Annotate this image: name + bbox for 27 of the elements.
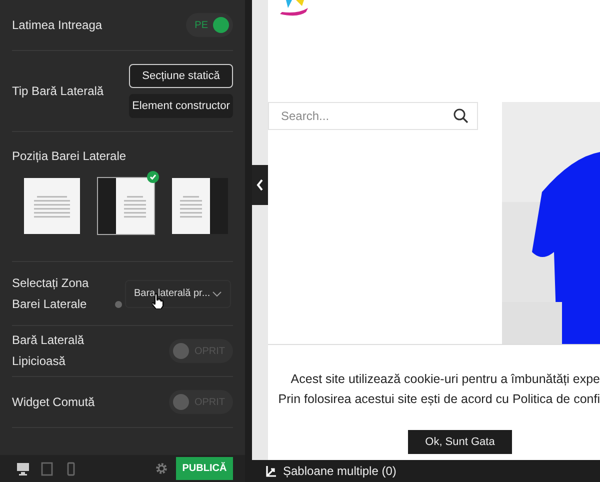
accept-button[interactable]: Ok, Sunt Gata bbox=[408, 430, 512, 454]
chevron-left-icon bbox=[255, 178, 265, 192]
option-button[interactable]: Element constructor bbox=[129, 94, 233, 118]
logo-icon bbox=[280, 0, 308, 18]
checkmark-icon bbox=[147, 171, 159, 183]
cookie-text: Prin folosirea acestui site ești de acord cu Politica de confi bbox=[278, 391, 600, 408]
setting-label: Widget Comută bbox=[12, 394, 95, 410]
search-field[interactable]: Search... bbox=[268, 102, 478, 130]
layout-option[interactable] bbox=[171, 177, 229, 235]
setting-label: Latimea Intreaga bbox=[12, 16, 102, 34]
setting-label: Selectați Zona Barei Laterale bbox=[12, 274, 90, 312]
option-button[interactable]: Secțiune statică bbox=[129, 64, 233, 88]
setting-label: Bară Laterală Lipicioasă bbox=[12, 332, 86, 370]
setting-label: Poziția Barei Laterale bbox=[12, 148, 128, 165]
info-icon[interactable] bbox=[115, 300, 122, 308]
collapse-tab[interactable] bbox=[252, 165, 268, 205]
cookie-text: Acest site utilizează cookie-uri pentru a îmbunătăți expe bbox=[290, 371, 600, 388]
split-arrows-icon bbox=[265, 465, 277, 477]
layout-option[interactable] bbox=[23, 177, 81, 235]
templates-link[interactable]: Șabloane multiple (0) bbox=[265, 464, 396, 478]
tablet-icon[interactable] bbox=[40, 462, 54, 476]
search-icon[interactable] bbox=[453, 108, 469, 124]
layout-option[interactable] bbox=[97, 177, 155, 235]
desktop-icon[interactable] bbox=[16, 462, 30, 476]
setting-label: Tip Bară Laterală bbox=[12, 82, 104, 100]
settings-icon[interactable] bbox=[155, 462, 168, 475]
chevron-down-icon bbox=[212, 290, 222, 296]
